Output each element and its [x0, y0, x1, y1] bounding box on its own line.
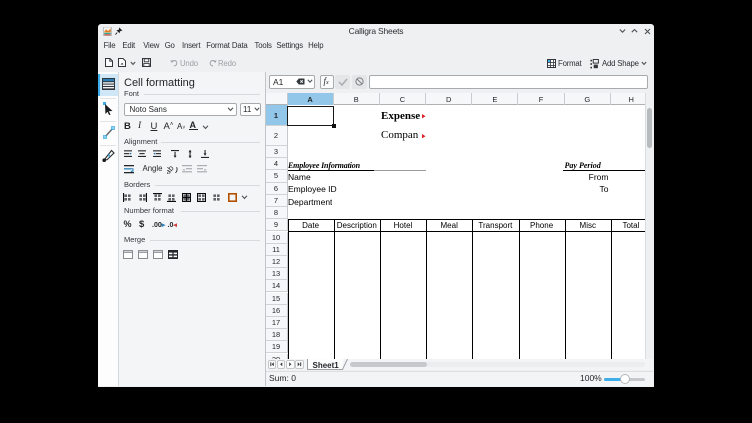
svg-text:ab: ab	[167, 164, 176, 174]
